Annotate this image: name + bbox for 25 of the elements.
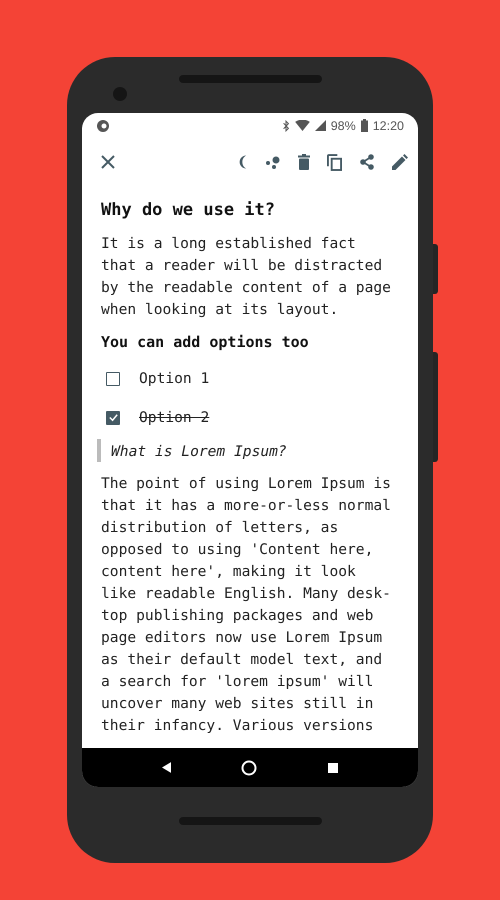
signal-icon — [314, 120, 326, 131]
checkbox[interactable] — [106, 410, 120, 424]
note-paragraph: It is a long established fact that a reader will be distracted by the readable content of a page when looking at its layout. — [101, 234, 391, 320]
option-label: Option 1 — [139, 370, 210, 387]
quote-text: What is Lorem Ipsum? — [111, 443, 287, 460]
dots-icon[interactable] — [265, 155, 281, 169]
back-icon[interactable] — [162, 762, 172, 773]
battery-percent: 98% — [330, 118, 356, 132]
share-icon[interactable] — [359, 154, 375, 170]
edit-icon[interactable] — [392, 154, 408, 170]
home-icon[interactable] — [241, 760, 258, 776]
bluetooth-icon — [282, 120, 290, 132]
section-heading: You can add options too — [101, 332, 310, 353]
note-title: Why do we use it? — [101, 199, 276, 221]
clock: 12:20 — [372, 118, 404, 132]
note-paragraph: The point of using Lorem Ipsum is that it has a more-or-less normal distribution of letters, as opposed to using 'Content here, content here', making it look like readable English. Many desk-top publishing packages and web page editors now use Lorem Ipsum as their default model text, and a search for 'lorem ipsum' will uncover many web sites still in their infancy. Various versions — [101, 474, 391, 736]
close-icon[interactable] — [101, 155, 115, 169]
wifi-icon — [294, 120, 310, 131]
app-icon — [96, 118, 110, 132]
copy-icon[interactable] — [327, 154, 342, 170]
checkbox[interactable] — [106, 372, 120, 386]
recents-icon[interactable] — [328, 762, 338, 772]
delete-icon[interactable] — [298, 154, 310, 170]
battery-icon — [360, 119, 368, 132]
option-label: Option 2 — [139, 409, 210, 426]
